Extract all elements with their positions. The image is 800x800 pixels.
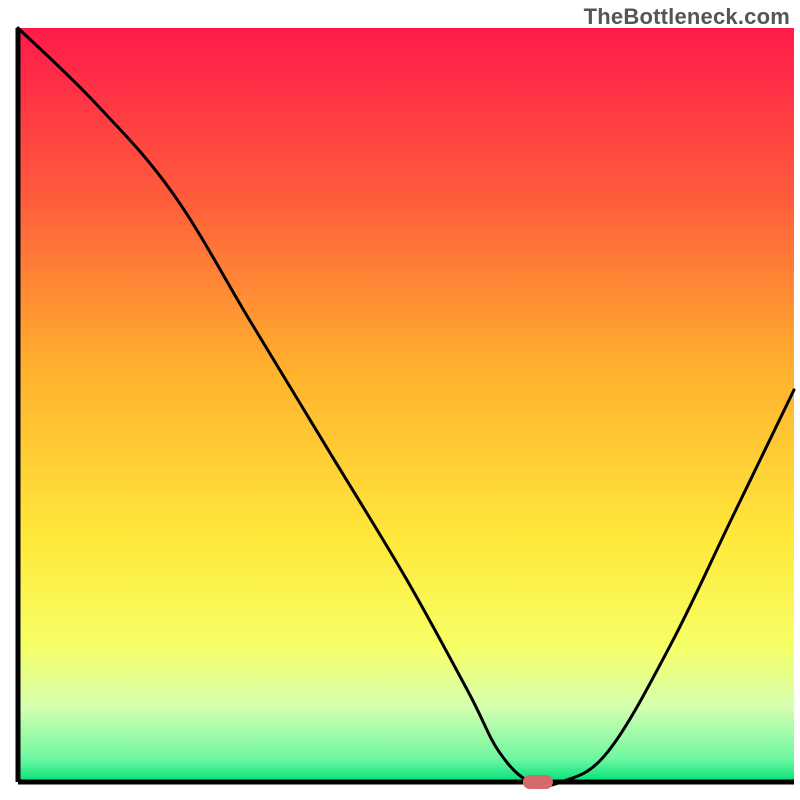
watermark-text: TheBottleneck.com <box>584 4 790 30</box>
bottleneck-chart <box>0 0 800 800</box>
plot-background <box>18 28 794 782</box>
optimal-marker <box>523 775 553 789</box>
chart-container: TheBottleneck.com <box>0 0 800 800</box>
